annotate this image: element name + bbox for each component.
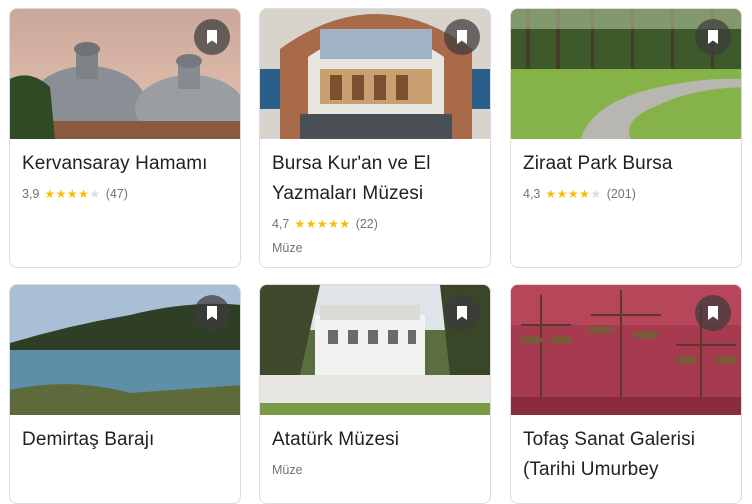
save-button[interactable] — [695, 295, 731, 331]
rating-value: 3,9 — [22, 187, 40, 201]
review-count: (201) — [606, 187, 636, 201]
review-count: (47) — [105, 187, 128, 201]
star-icon: ★★★★★ — [294, 217, 351, 231]
place-card-kuran-muzesi[interactable]: Bursa Kur'an ve El Yazmaları Müzesi 4,7 … — [259, 8, 491, 268]
place-card-kervansaray[interactable]: Kervansaray Hamamı 3,9 ★★★★★ (47) — [9, 8, 241, 268]
place-card-ataturk-muzesi[interactable]: Atatürk Müzesi Müze — [259, 284, 491, 504]
save-button[interactable] — [194, 295, 230, 331]
place-category: Müze — [272, 241, 303, 255]
place-title[interactable]: Bursa Kur'an ve El Yazmaları Müzesi — [272, 149, 480, 209]
rating-row: 3,9 ★★★★★ (47) — [22, 187, 128, 201]
rating-row: 4,7 ★★★★★ (22) — [272, 217, 378, 231]
place-title[interactable]: Demirtaş Barajı — [22, 425, 230, 455]
bookmark-icon — [457, 30, 467, 44]
save-button[interactable] — [695, 19, 731, 55]
save-button[interactable] — [194, 19, 230, 55]
rating-value: 4,3 — [523, 187, 541, 201]
star-icon: ★★★★★ — [545, 187, 602, 201]
save-button[interactable] — [444, 19, 480, 55]
bookmark-icon — [207, 306, 217, 320]
bookmark-icon — [457, 306, 467, 320]
place-card-ziraat-park[interactable]: Ziraat Park Bursa 4,3 ★★★★★ (201) — [510, 8, 742, 268]
review-count: (22) — [355, 217, 378, 231]
bookmark-icon — [207, 30, 217, 44]
bookmark-icon — [708, 30, 718, 44]
rating-row: 4,3 ★★★★★ (201) — [523, 187, 636, 201]
rating-value: 4,7 — [272, 217, 290, 231]
star-icon: ★★★★★ — [44, 187, 101, 201]
place-title[interactable]: Kervansaray Hamamı — [22, 149, 230, 179]
place-card-demirtas-baraji[interactable]: Demirtaş Barajı — [9, 284, 241, 504]
save-button[interactable] — [444, 295, 480, 331]
place-title[interactable]: Atatürk Müzesi — [272, 425, 480, 455]
place-title[interactable]: Ziraat Park Bursa — [523, 149, 731, 179]
bookmark-icon — [708, 306, 718, 320]
place-card-tofas-galerisi[interactable]: Tofaş Sanat Galerisi (Tarihi Umurbey — [510, 284, 742, 504]
place-title[interactable]: Tofaş Sanat Galerisi (Tarihi Umurbey — [523, 425, 731, 485]
place-category: Müze — [272, 463, 303, 477]
